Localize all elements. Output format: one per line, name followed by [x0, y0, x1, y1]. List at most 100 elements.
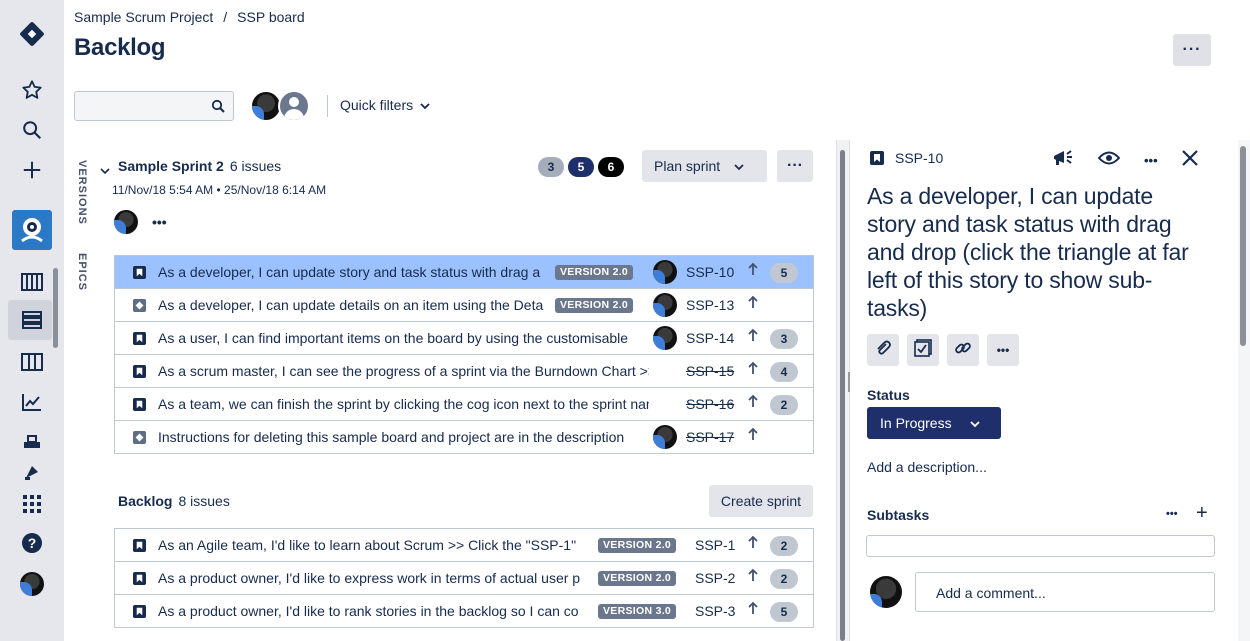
- issue-row[interactable]: As a developer, I can update details on …: [115, 289, 813, 322]
- create-sprint-button[interactable]: Create sprint: [709, 485, 813, 517]
- list-scrollbar[interactable]: [840, 150, 845, 641]
- version-lozenge[interactable]: VERSION 2.0: [598, 571, 677, 586]
- detail-issue-key[interactable]: SSP-10: [895, 150, 943, 166]
- create-plus-icon[interactable]: [12, 154, 52, 186]
- jira-logo-icon[interactable]: [12, 18, 52, 50]
- story-points-badge: 2: [770, 395, 798, 415]
- issue-key[interactable]: SSP-2: [695, 570, 735, 586]
- plan-sprint-button[interactable]: Plan sprint: [642, 150, 767, 182]
- issue-row[interactable]: Instructions for deleting this sample bo…: [115, 421, 813, 454]
- issue-key[interactable]: SSP-17: [686, 429, 734, 445]
- filter-avatar-unassigned[interactable]: [278, 90, 310, 122]
- breadcrumb-board[interactable]: SSP board: [237, 9, 304, 25]
- issue-summary[interactable]: As an Agile team, I'd like to learn abou…: [158, 537, 592, 553]
- ship-icon[interactable]: [12, 456, 52, 488]
- sprint-name[interactable]: Sample Sprint 2: [118, 158, 224, 174]
- status-dropdown[interactable]: In Progress: [867, 407, 1001, 439]
- search-icon[interactable]: [12, 114, 52, 146]
- assignee-avatar[interactable]: [653, 293, 677, 317]
- issue-row[interactable]: As an Agile team, I'd like to learn abou…: [115, 529, 813, 562]
- subtasks-more-button[interactable]: •••: [1166, 508, 1178, 520]
- issue-key[interactable]: SSP-15: [686, 363, 734, 379]
- detail-toolbar: •••: [1052, 148, 1198, 173]
- story-points-badge: 5: [770, 602, 798, 622]
- board-icon[interactable]: [12, 266, 52, 298]
- splitter-grip[interactable]: [848, 372, 850, 392]
- issue-summary[interactable]: As a developer, I can update story and t…: [158, 264, 551, 280]
- create-subtask-button[interactable]: [907, 334, 939, 366]
- issue-row[interactable]: As a scrum master, I can see the progres…: [115, 355, 813, 388]
- detail-scrollbar[interactable]: [1238, 140, 1250, 641]
- story-icon: [133, 539, 146, 552]
- issue-key[interactable]: SSP-14: [686, 330, 734, 346]
- priority-medium-icon: [747, 262, 759, 279]
- tab-versions[interactable]: VERSIONS: [76, 160, 88, 225]
- story-points-badge: 2: [770, 569, 798, 589]
- sprint-more-button[interactable]: ···: [777, 150, 813, 182]
- subtask-input[interactable]: [866, 535, 1215, 557]
- profile-avatar[interactable]: [12, 568, 52, 600]
- releases-icon[interactable]: [12, 426, 52, 458]
- backlog-icon[interactable]: [12, 304, 52, 336]
- breadcrumb-separator: /: [223, 9, 228, 25]
- issue-summary[interactable]: As a scrum master, I can see the progres…: [158, 363, 649, 379]
- story-points-badge: 4: [770, 362, 798, 382]
- sprint-assignee-avatar[interactable]: [114, 210, 138, 234]
- version-lozenge[interactable]: VERSION 2.0: [555, 298, 634, 313]
- add-description-link[interactable]: Add a description...: [867, 459, 987, 475]
- task-icon: [133, 431, 146, 444]
- breadcrumb-project[interactable]: Sample Scrum Project: [74, 9, 213, 25]
- detail-more-button[interactable]: •••: [1144, 153, 1158, 168]
- attach-button[interactable]: [867, 334, 899, 366]
- priority-medium-icon: [747, 568, 759, 585]
- version-lozenge[interactable]: VERSION 3.0: [598, 604, 677, 619]
- chevron-down-icon[interactable]: [100, 162, 110, 180]
- issue-row[interactable]: As a product owner, I'd like to rank sto…: [115, 595, 813, 628]
- issue-summary[interactable]: As a user, I can find important items on…: [158, 330, 649, 346]
- issue-row[interactable]: As a product owner, I'd like to express …: [115, 562, 813, 595]
- issue-row[interactable]: As a team, we can finish the sprint by c…: [115, 388, 813, 421]
- project-avatar[interactable]: [12, 210, 52, 250]
- watch-eye-icon[interactable]: [1097, 150, 1121, 171]
- issue-summary[interactable]: As a product owner, I'd like to rank sto…: [158, 603, 592, 619]
- star-icon[interactable]: [12, 74, 52, 106]
- breadcrumb: Sample Scrum Project / SSP board: [74, 9, 305, 25]
- search-input[interactable]: [74, 91, 234, 121]
- issue-row[interactable]: As a developer, I can update story and t…: [115, 256, 813, 289]
- sprint-meta-more[interactable]: •••: [152, 214, 167, 230]
- app-switcher-icon[interactable]: [12, 488, 52, 520]
- version-lozenge[interactable]: VERSION 2.0: [598, 538, 677, 553]
- page-title: Backlog: [74, 34, 166, 61]
- status-label: Status: [867, 387, 910, 403]
- help-icon[interactable]: ?: [12, 527, 52, 559]
- feedback-megaphone-icon[interactable]: [1052, 148, 1074, 173]
- issue-key[interactable]: SSP-10: [686, 264, 734, 280]
- link-icon: [954, 339, 972, 362]
- comment-input[interactable]: Add a comment...: [915, 572, 1215, 612]
- issue-key[interactable]: SSP-1: [695, 537, 735, 553]
- issue-summary[interactable]: As a product owner, I'd like to express …: [158, 570, 592, 586]
- link-issue-button[interactable]: [947, 334, 979, 366]
- issue-key[interactable]: SSP-13: [686, 297, 734, 313]
- tab-epics[interactable]: EPICS: [76, 253, 88, 291]
- close-icon[interactable]: [1181, 150, 1198, 171]
- assignee-avatar[interactable]: [653, 260, 677, 284]
- header-more-button[interactable]: ···: [1173, 34, 1211, 66]
- issue-summary[interactable]: As a developer, I can update details on …: [158, 297, 551, 313]
- subtasks-add-button[interactable]: +: [1196, 502, 1208, 525]
- active-sprints-icon[interactable]: [12, 346, 52, 378]
- nav-scrollbar[interactable]: [53, 268, 58, 348]
- version-lozenge[interactable]: VERSION 2.0: [555, 265, 634, 280]
- detail-issue-title[interactable]: As a developer, I can update story and t…: [867, 182, 1207, 322]
- quick-filters-dropdown[interactable]: Quick filters: [340, 97, 430, 113]
- assignee-avatar[interactable]: [653, 326, 677, 350]
- reports-icon[interactable]: [12, 386, 52, 418]
- issue-key[interactable]: SSP-3: [695, 603, 735, 619]
- assignee-avatar[interactable]: [653, 425, 677, 449]
- issue-key[interactable]: SSP-16: [686, 396, 734, 412]
- comment-placeholder: Add a comment...: [936, 585, 1046, 601]
- issue-row[interactable]: As a user, I can find important items on…: [115, 322, 813, 355]
- issue-summary[interactable]: As a team, we can finish the sprint by c…: [158, 396, 649, 412]
- more-actions-button[interactable]: •••: [987, 334, 1019, 366]
- issue-summary[interactable]: Instructions for deleting this sample bo…: [158, 429, 649, 445]
